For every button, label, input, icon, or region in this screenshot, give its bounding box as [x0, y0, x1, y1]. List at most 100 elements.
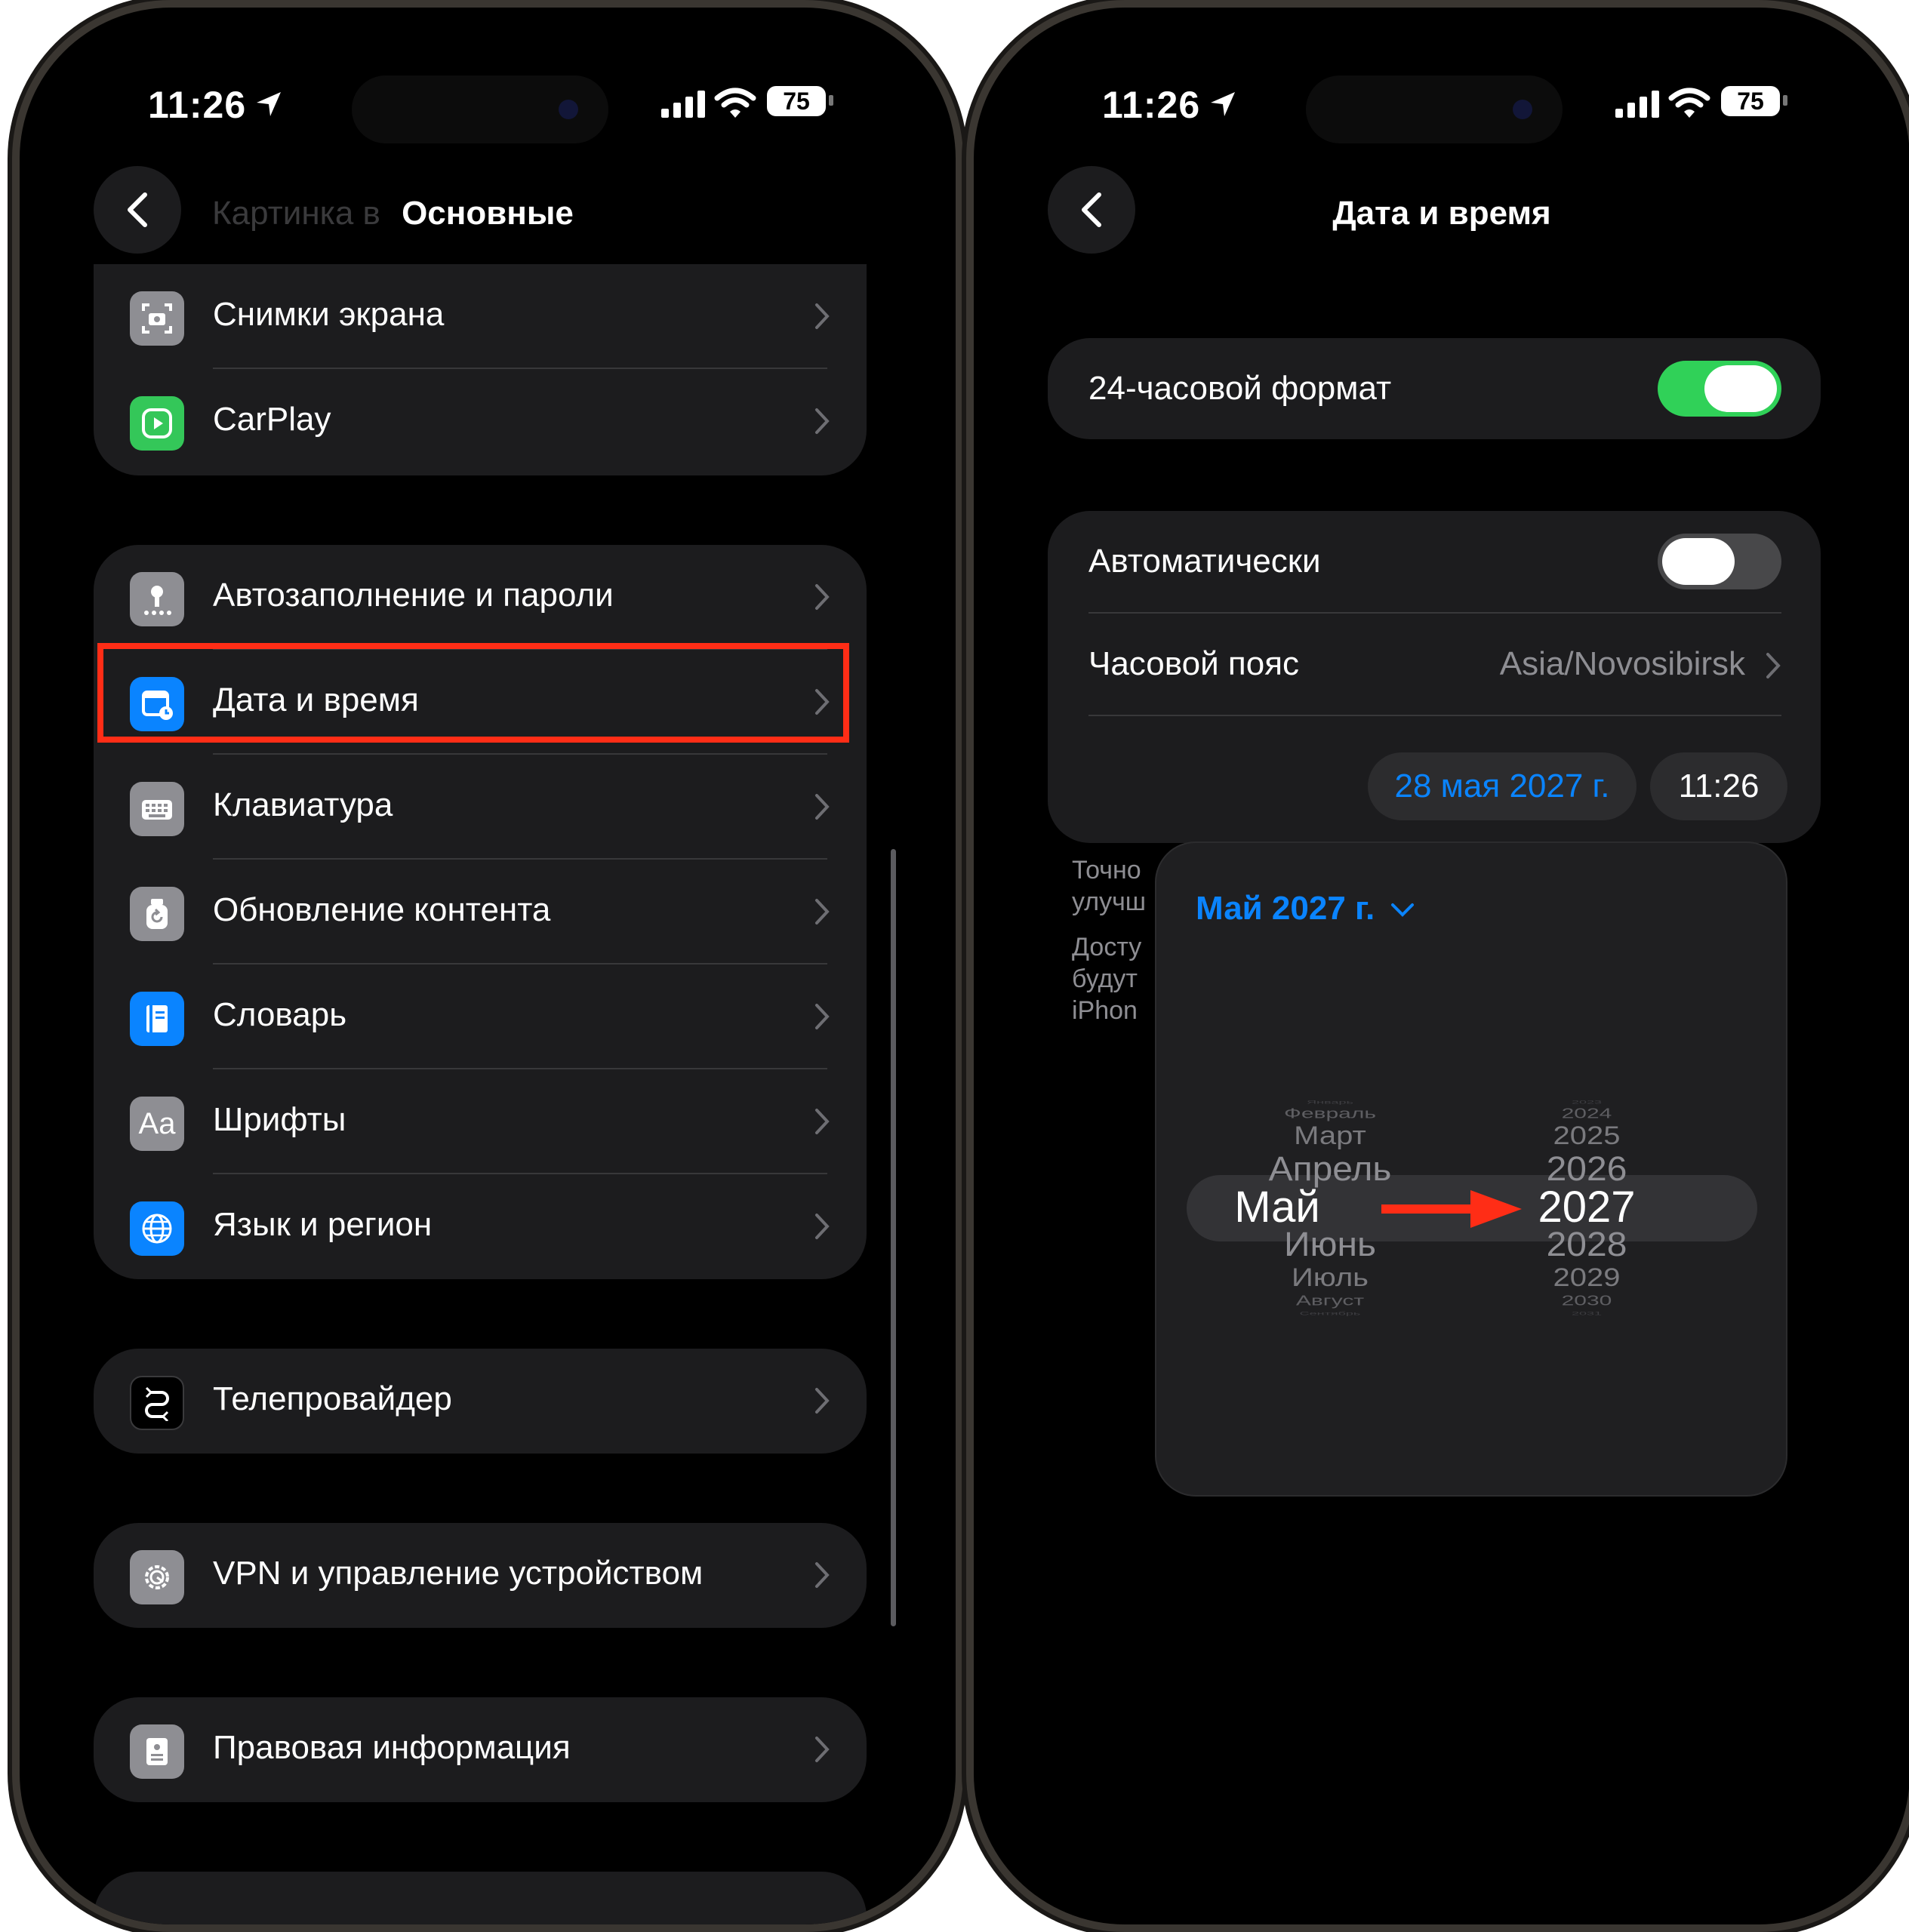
picker-year-option[interactable]: 2028: [1489, 1226, 1685, 1265]
list-item-legal[interactable]: Правовая информация: [94, 1697, 867, 1802]
location-arrow-icon: [1211, 92, 1235, 116]
status-time: 11:26: [1102, 84, 1201, 126]
picker-header[interactable]: Май 2027 г.: [1196, 890, 1415, 928]
list-item-label: Автозаполнение и пароли: [213, 577, 614, 614]
picker-year-option[interactable]: 2030: [1489, 1294, 1685, 1309]
format24-toggle[interactable]: [1658, 361, 1781, 417]
location-arrow-icon: [257, 92, 281, 116]
list-item-label: Клавиатура: [213, 786, 393, 823]
chevron-left-icon: [1082, 192, 1101, 227]
list-item-background-refresh[interactable]: Обновление контента: [94, 860, 867, 964]
picker-year-option[interactable]: 2024: [1489, 1106, 1685, 1121]
settings-group-1: Снимки экрана CarPlay: [94, 264, 867, 475]
timezone-row[interactable]: Часовой пояс Asia/Novosibirsk: [1048, 614, 1821, 715]
list-item-carplay[interactable]: CarPlay: [94, 369, 867, 474]
dynamic-island: [1306, 75, 1563, 143]
back-button[interactable]: [94, 166, 181, 254]
refresh-icon: [130, 887, 184, 941]
dictionary-icon: [130, 992, 184, 1046]
chevron-right-icon: [815, 794, 830, 820]
timezone-label: Часовой пояс: [1088, 645, 1300, 682]
screenshot-icon: [130, 291, 184, 346]
picker-month-option[interactable]: Июль: [1187, 1263, 1473, 1292]
picker-month-option[interactable]: Август: [1187, 1294, 1473, 1309]
chevron-right-icon: [815, 1562, 830, 1588]
list-item-label: Правовая информация: [213, 1729, 571, 1766]
red-arrow-icon: [1381, 1190, 1522, 1228]
list-item-screenshots[interactable]: Снимки экрана: [94, 264, 867, 369]
chevron-right-icon: [815, 1214, 830, 1239]
picker-year-option[interactable]: 2031: [1489, 1311, 1685, 1316]
right-phone: 11:26 75 Дата и время 24-часовой формат …: [974, 8, 1909, 1924]
footnote-line: улучш: [1072, 888, 1147, 916]
chevron-right-icon: [815, 1109, 830, 1134]
status-bar: 11:26 75: [974, 75, 1909, 143]
auto-label: Автоматически: [1088, 543, 1321, 580]
settings-group-5: Правовая информация: [94, 1697, 867, 1802]
list-item-vpn[interactable]: VPN и управление устройством: [94, 1523, 867, 1628]
list-item-label: Язык и регион: [213, 1206, 433, 1243]
gear-icon: [130, 1550, 184, 1604]
picker-year-option[interactable]: 2029: [1489, 1263, 1685, 1292]
footnote-line: iPhon: [1072, 996, 1138, 1025]
format24-label: 24-часовой формат: [1088, 370, 1392, 407]
picker-year-option[interactable]: 2025: [1489, 1121, 1685, 1150]
chevron-left-icon: [128, 192, 147, 227]
back-button[interactable]: [1048, 166, 1135, 254]
picker-month-option[interactable]: Март: [1187, 1121, 1473, 1150]
chevron-right-icon: [815, 1737, 830, 1762]
chevron-right-icon: [815, 303, 830, 329]
footnote-line: Досту: [1072, 933, 1142, 961]
date-pill[interactable]: 28 мая 2027 г.: [1368, 752, 1637, 820]
chevron-right-icon: [815, 1388, 830, 1414]
picker-month-option[interactable]: Январь: [1187, 1100, 1473, 1105]
list-item-label: Словарь: [213, 996, 347, 1033]
legal-icon: [130, 1724, 184, 1779]
timezone-value: Asia/Novosibirsk: [1499, 645, 1745, 682]
list-item-keyboard[interactable]: Клавиатура: [94, 755, 867, 860]
chevron-right-icon: [1766, 653, 1781, 678]
status-bar: 11:26 75: [20, 75, 956, 143]
fonts-icon: Aa: [130, 1097, 184, 1151]
picker-month-option[interactable]: Июнь: [1187, 1226, 1473, 1265]
globe-icon: [130, 1201, 184, 1256]
tv-provider-icon: [130, 1376, 184, 1430]
list-item-language-region[interactable]: Язык и регион: [94, 1174, 867, 1279]
battery-tip: [829, 95, 833, 106]
dynamic-island: [352, 75, 608, 143]
settings-group-4: VPN и управление устройством: [94, 1523, 867, 1628]
settings-group-3: Телепровайдер: [94, 1349, 867, 1454]
list-item-label: VPN и управление устройством: [213, 1555, 704, 1592]
cellular-signal-icon: [1615, 91, 1659, 118]
scrollbar[interactable]: [891, 849, 896, 1626]
month-year-picker[interactable]: Май 2027 г. Январь Февраль Март Апрель Май Ию…: [1155, 841, 1787, 1497]
wifi-icon: [1668, 88, 1710, 118]
picker-month-option[interactable]: Сентябрь: [1187, 1311, 1473, 1316]
list-item-fonts[interactable]: Aa Шрифты: [94, 1069, 867, 1174]
picker-header-label: Май 2027 г.: [1196, 890, 1375, 927]
list-item-dictionary[interactable]: Словарь: [94, 964, 867, 1069]
chevron-right-icon: [815, 899, 830, 924]
footnote-line: Точно: [1072, 856, 1141, 884]
settings-group-partial: [94, 1872, 867, 1924]
battery-indicator: 75: [767, 86, 826, 116]
list-item-tv-provider[interactable]: Телепровайдер: [94, 1349, 867, 1454]
list-item-label: Шрифты: [213, 1101, 346, 1138]
nav-bar: Картинка в Основные: [20, 166, 956, 257]
list-item-label: Снимки экрана: [213, 296, 445, 333]
key-icon: [130, 572, 184, 626]
format-group: 24-часовой формат: [1048, 338, 1821, 439]
list-item-autofill[interactable]: Автозаполнение и пароли: [94, 545, 867, 650]
battery-indicator: 75: [1721, 86, 1780, 116]
time-pill[interactable]: 11:26: [1650, 752, 1787, 820]
wifi-icon: [714, 88, 756, 118]
datetime-group: Автоматически Часовой пояс Asia/Novosibi…: [1048, 511, 1821, 843]
keyboard-icon: [130, 782, 184, 836]
highlight-box: [97, 643, 849, 743]
picker-year-option[interactable]: 2023: [1489, 1100, 1685, 1105]
chevron-right-icon: [815, 408, 830, 434]
picker-month-option[interactable]: Февраль: [1187, 1106, 1473, 1121]
auto-toggle[interactable]: [1658, 534, 1781, 589]
carplay-icon: [130, 396, 184, 451]
chevron-right-icon: [815, 1004, 830, 1029]
